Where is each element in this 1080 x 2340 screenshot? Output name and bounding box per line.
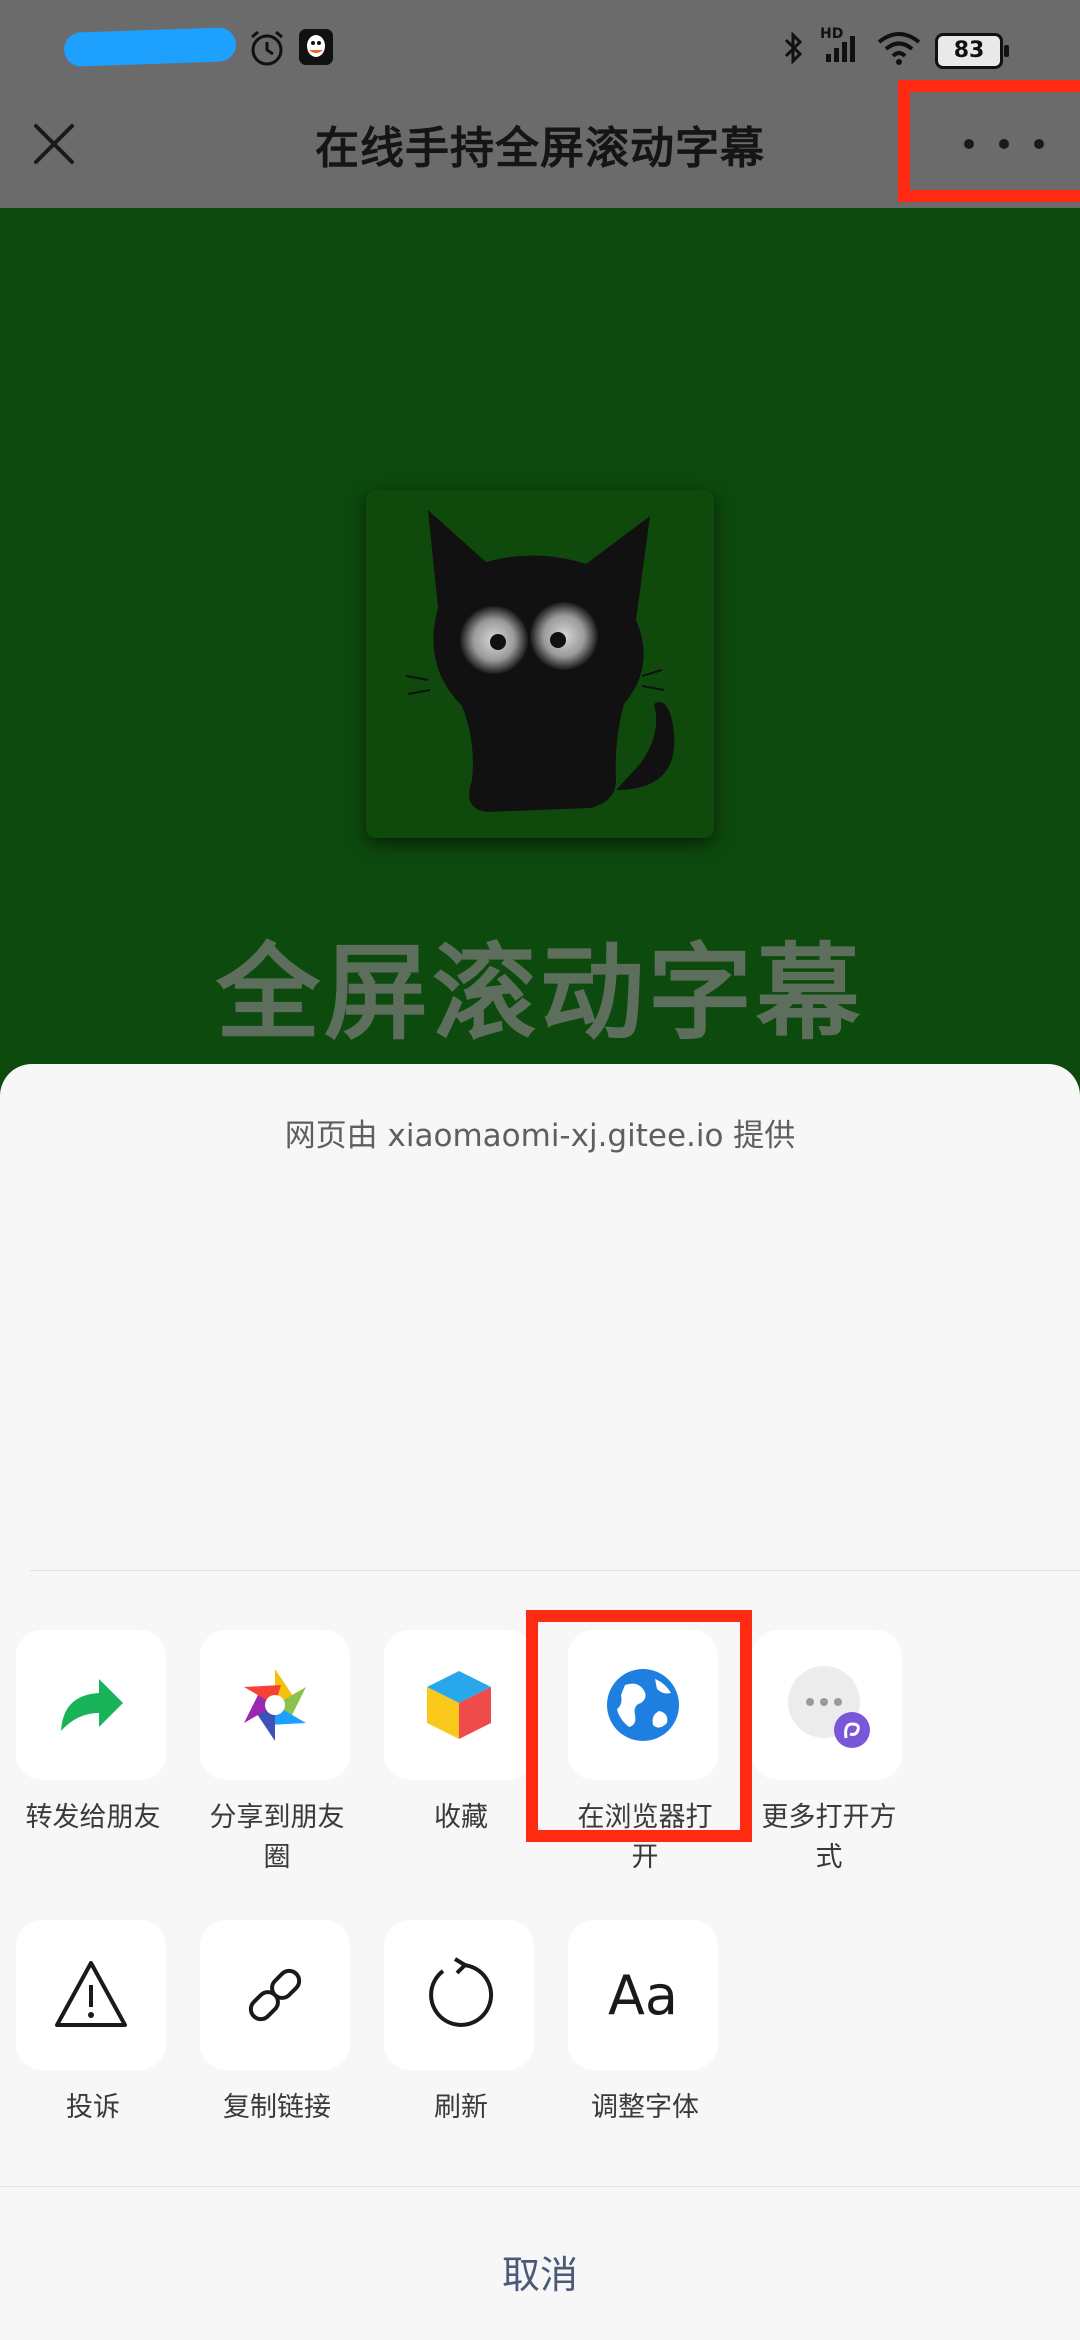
refresh-icon xyxy=(429,1957,494,2027)
font-icon: Aa xyxy=(607,1963,679,2027)
report-tile[interactable] xyxy=(16,1920,166,2070)
more-open-icon xyxy=(788,1666,870,1748)
cat-logo xyxy=(366,490,714,838)
moments-icon xyxy=(244,1669,306,1741)
battery-indicator: 83 xyxy=(935,33,1009,69)
link-icon xyxy=(248,1968,302,2022)
share-moments-item[interactable]: 分享到朋友圈 xyxy=(200,1630,354,1878)
favorite-tile[interactable] xyxy=(384,1630,534,1780)
favorite-item[interactable]: 收藏 xyxy=(384,1630,538,1838)
share-moments-label: 分享到朋友圈 xyxy=(209,1802,345,1873)
qq-icon xyxy=(299,29,333,65)
adjust-font-item[interactable]: Aa 调整字体 xyxy=(568,1920,722,2128)
hero-title: 全屏滚动字幕 xyxy=(215,932,864,1054)
forward-to-friend-tile[interactable] xyxy=(16,1630,166,1780)
cancel-divider xyxy=(0,2186,1080,2187)
copy-link-tile[interactable] xyxy=(200,1920,350,2070)
report-item[interactable]: 投诉 xyxy=(16,1920,170,2128)
provider-text: 网页由 xiaomaomi-xj.gitee.io 提供 xyxy=(284,1118,796,1154)
cancel-button[interactable]: 取消 xyxy=(0,2244,1080,2299)
favorite-cube-icon xyxy=(427,1671,491,1739)
refresh-label: 刷新 xyxy=(434,2092,488,2123)
bluetooth-icon xyxy=(784,31,803,65)
share-moments-tile[interactable] xyxy=(200,1630,350,1780)
more-open-item[interactable]: 更多打开方式 xyxy=(752,1630,906,1878)
wifi-icon xyxy=(877,32,921,65)
adjust-font-label: 调整字体 xyxy=(591,2092,699,2123)
refresh-item[interactable]: 刷新 xyxy=(384,1920,538,2128)
refresh-tile[interactable] xyxy=(384,1920,534,2070)
sheet-divider xyxy=(30,1570,1080,1571)
forward-arrow-icon xyxy=(61,1679,123,1731)
close-icon[interactable] xyxy=(28,118,80,170)
more-open-tile[interactable] xyxy=(752,1630,902,1780)
copy-link-label: 复制链接 xyxy=(223,2092,331,2123)
highlight-box-browser xyxy=(526,1610,752,1842)
adjust-font-tile[interactable]: Aa xyxy=(568,1920,718,2070)
highlight-box-more xyxy=(898,80,1080,202)
alarm-icon xyxy=(251,30,283,66)
web-content: 全屏滚动字幕 xyxy=(0,208,1080,1078)
favorite-label: 收藏 xyxy=(434,1802,488,1833)
forward-to-friend-label: 转发给朋友 xyxy=(25,1802,161,1833)
cat-icon xyxy=(405,510,675,812)
more-open-label: 更多打开方式 xyxy=(761,1802,897,1873)
page-title: 在线手持全屏滚动字幕 xyxy=(315,123,765,174)
warning-icon xyxy=(55,1961,127,2027)
signal-icon xyxy=(826,36,855,62)
forward-to-friend-item[interactable]: 转发给朋友 xyxy=(16,1630,170,1838)
copy-link-item[interactable]: 复制链接 xyxy=(200,1920,354,2128)
redacted-scribble xyxy=(63,27,237,67)
report-label: 投诉 xyxy=(66,2092,120,2123)
